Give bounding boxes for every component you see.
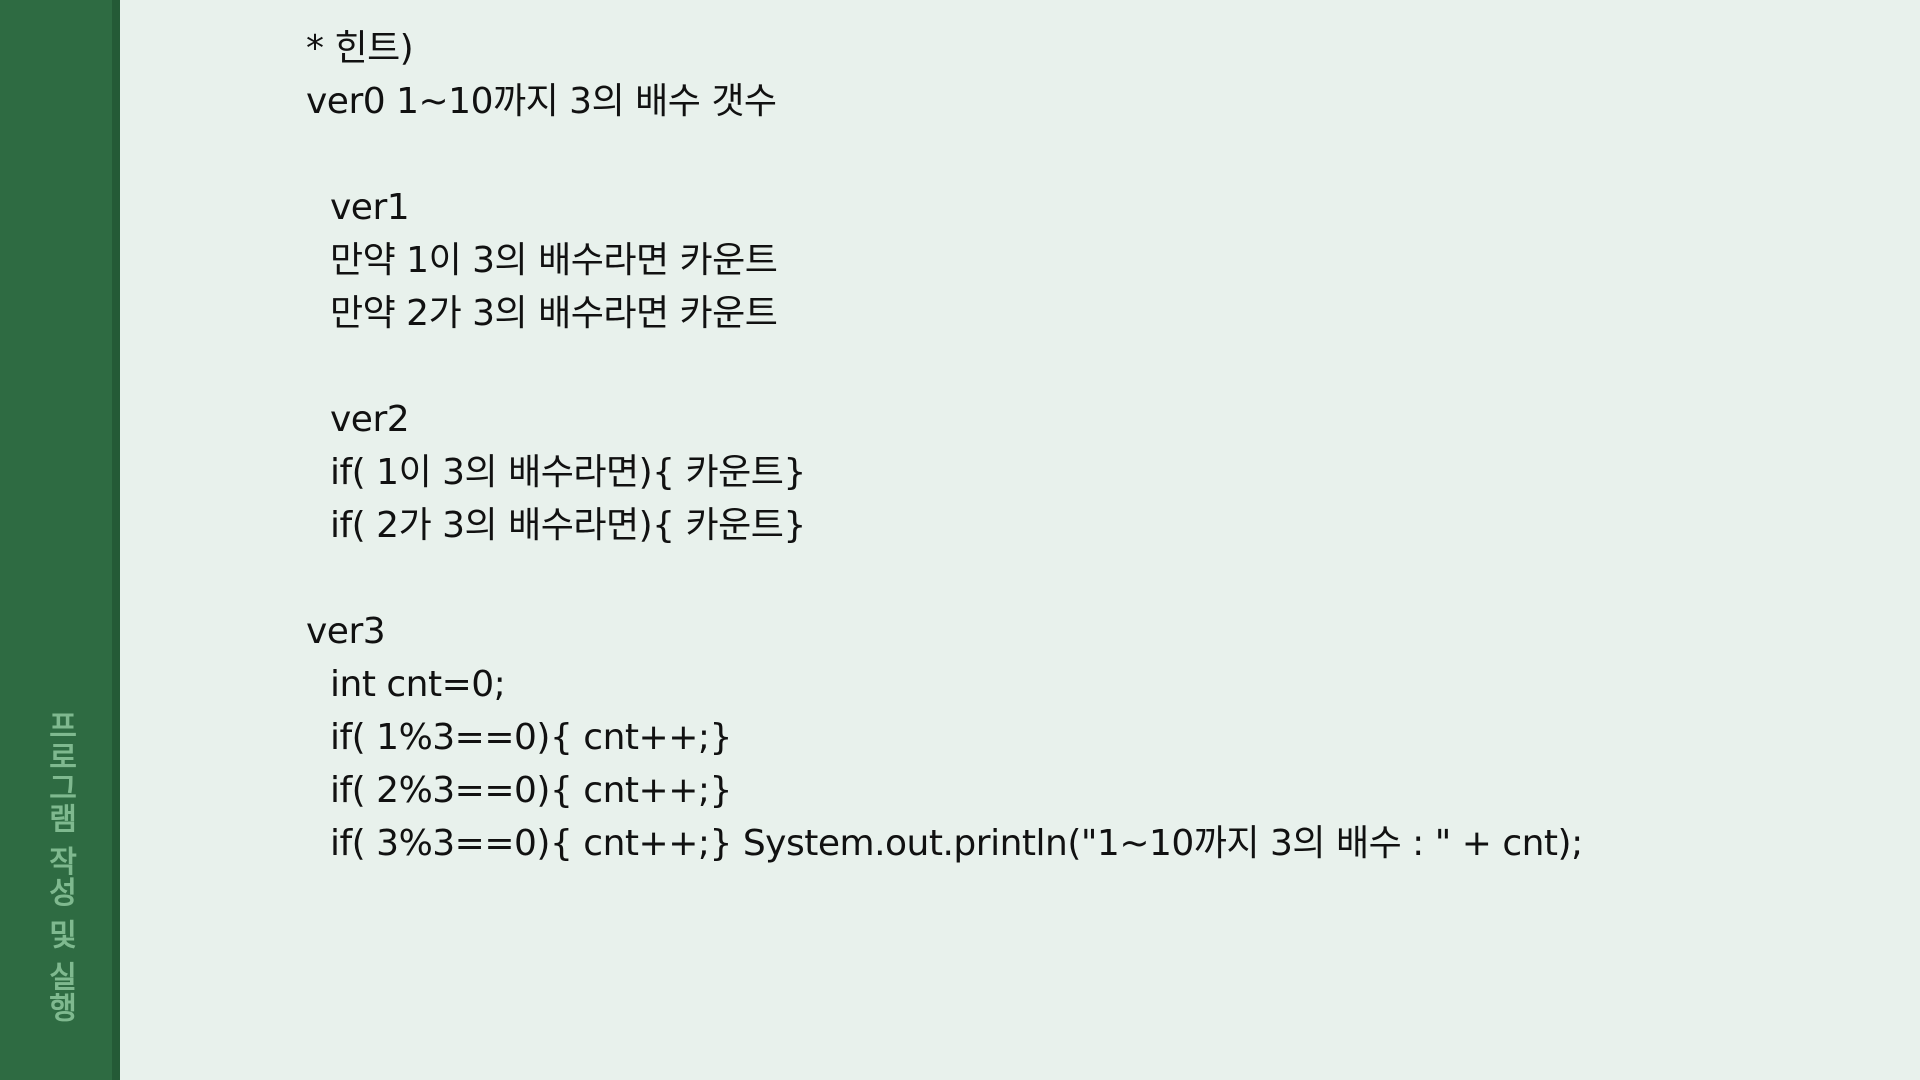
ver1-line: 만약 1이 3의 배수라면 카운트	[330, 240, 778, 281]
ver1-label: ver1	[330, 187, 410, 228]
ver3-line: if( 3%3==0){ cnt++;} System.out.println(…	[330, 823, 1583, 864]
ver3-line: int cnt=0;	[330, 664, 506, 705]
ver3-label: ver3	[306, 611, 386, 652]
ver2-line: if( 1이 3의 배수라면){ 카운트}	[330, 452, 806, 493]
slide-content: * 힌트) ver0 1~10까지 3의 배수 갯수 ver1 만약 1이 3의…	[306, 22, 1866, 870]
ver3-line: if( 2%3==0){ cnt++;}	[330, 770, 732, 811]
sidebar: 프로그램 작성 및 실행	[0, 0, 112, 1080]
ver2-label: ver2	[330, 399, 410, 440]
ver3-line: if( 1%3==0){ cnt++;}	[330, 717, 732, 758]
ver1-line: 만약 2가 3의 배수라면 카운트	[330, 293, 778, 334]
ver0-line: ver0 1~10까지 3의 배수 갯수	[306, 81, 777, 122]
hint-title: * 힌트)	[306, 28, 414, 69]
sidebar-edge	[112, 0, 120, 1080]
ver2-line: if( 2가 3의 배수라면){ 카운트}	[330, 505, 806, 546]
sidebar-title: 프로그램 작성 및 실행	[42, 710, 77, 1024]
